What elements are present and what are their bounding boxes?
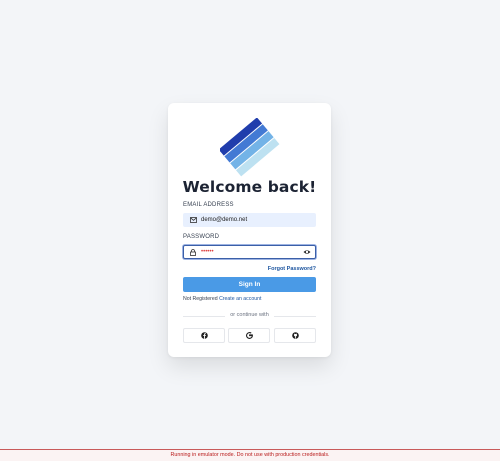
app-logo: [220, 118, 280, 177]
password-field[interactable]: ••••••: [183, 245, 316, 259]
register-line: Not Registered Create an account: [183, 296, 261, 302]
facebook-icon: [200, 332, 208, 339]
google-login-button[interactable]: [228, 328, 270, 343]
email-value: demo@demo.net: [201, 217, 248, 223]
password-label: PASSWORD: [183, 234, 220, 240]
not-registered-text: Not Registered: [183, 296, 218, 302]
email-label: EMAIL ADDRESS: [183, 202, 234, 208]
github-login-button[interactable]: [274, 328, 316, 343]
create-account-link[interactable]: Create an account: [219, 296, 261, 302]
social-divider: or continue with: [183, 312, 316, 320]
forgot-password-link[interactable]: Forgot Password?: [268, 266, 316, 272]
email-field[interactable]: demo@demo.net: [183, 213, 316, 227]
show-password-icon[interactable]: [303, 248, 311, 258]
emulator-warning-banner: Running in emulator mode. Do not use wit…: [0, 449, 500, 461]
password-value: ••••••: [201, 249, 214, 255]
mail-icon: [189, 217, 197, 223]
github-icon: [291, 332, 299, 339]
lock-icon: [189, 248, 197, 256]
login-card: Welcome back! EMAIL ADDRESS demo@demo.ne…: [168, 103, 331, 357]
google-icon: [245, 332, 253, 339]
facebook-login-button[interactable]: [183, 328, 225, 343]
continue-with-text: or continue with: [230, 312, 269, 318]
page-title: Welcome back!: [182, 178, 317, 196]
sign-in-button[interactable]: Sign In: [183, 277, 316, 292]
